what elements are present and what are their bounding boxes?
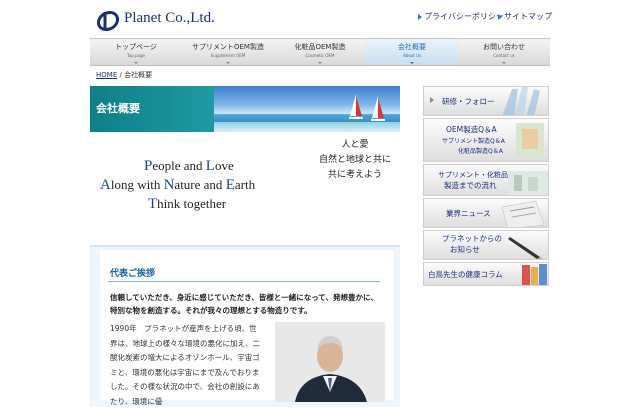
sitemap-label: サイトマップ [504, 12, 552, 21]
nav-item-contact[interactable]: お問い合わせ Contact us [458, 39, 550, 65]
sidebar-label: 製造までの流れ [444, 181, 497, 190]
president-portrait [275, 322, 385, 402]
nav-item-supplement-oem[interactable]: サプリメントOEM製造 Supplement OEM [182, 39, 274, 65]
hands-icon [502, 87, 540, 115]
sailboat-icon [349, 94, 385, 121]
arrow-right-icon [498, 13, 502, 20]
tagline-en-line-2: Along with Nature and Earth [100, 177, 255, 194]
newspaper-icon [501, 200, 545, 227]
greeting-title: 代表ご挨拶 [110, 269, 156, 279]
nav-label-en: About Us [402, 53, 422, 58]
nav-arrow-icon [318, 62, 322, 64]
nav-arrow-icon [134, 62, 138, 64]
nav-label-en: Top page [126, 53, 145, 58]
tagline-jp-line-3: 共に考えよう [327, 170, 382, 180]
sidebar-label: 業界ニュース [446, 209, 491, 218]
sidebar-item-manufacturing-flow[interactable]: サプリメント・化粧品 製造までの流れ [423, 164, 549, 196]
sidebar-item-health-column[interactable]: 白鳥先生の健康コラム [423, 262, 549, 286]
nav-label-jp: トップページ [115, 43, 157, 51]
tagline-capital: E [225, 177, 235, 193]
page-title: 会社概要 [96, 102, 140, 115]
breadcrumb: HOME / 会社概要 [96, 70, 152, 80]
sidebar-label: お知らせ [450, 245, 480, 254]
greeting-body: 1990年 プラネットが産声を上げる頃、世界は、地球上の様々な環境の悪化に加え、… [110, 324, 260, 406]
sidebar-item-oem-qa[interactable]: OEM製造Q＆A サプリメント製造Q＆A 化粧品製造Q＆A [423, 118, 549, 162]
global-nav: トップページ Top page サプリメントOEM製造 Supplement O… [90, 38, 550, 66]
nav-label-jp: 化粧品OEM製造 [294, 43, 346, 51]
privacy-policy-link[interactable]: プライバシーポリシー [418, 11, 504, 22]
sidebar-item-announcements[interactable]: プラネットからの お知らせ [423, 230, 549, 260]
sidebar-item-industry-news[interactable]: 業界ニュース [423, 198, 549, 228]
nav-item-top[interactable]: トップページ Top page [90, 39, 182, 65]
company-logo-icon[interactable] [96, 8, 120, 32]
nav-item-about-us[interactable]: 会社概要 About Us [366, 39, 458, 65]
pen-icon [508, 237, 543, 259]
tagline-en-line-3: Think together [148, 196, 226, 213]
nav-item-cosmetic-oem[interactable]: 化粧品OEM製造 Cosmetic OEM [274, 39, 366, 65]
arrow-right-icon [430, 97, 434, 103]
nav-label-en: Cosmetic OEM [305, 53, 335, 58]
arrow-right-icon [418, 13, 422, 20]
nav-arrow-icon [226, 62, 230, 64]
tagline-jp-line-1: 人と愛 [341, 140, 369, 150]
nav-label-jp: 会社概要 [398, 43, 426, 51]
privacy-policy-label: プライバシーポリシー [424, 12, 504, 21]
tagline-capital: A [100, 177, 111, 193]
company-logo-text[interactable]: Planet Co.,Ltd. [124, 10, 215, 27]
breadcrumb-current: 会社概要 [124, 71, 153, 79]
tagline-text: ature and [174, 177, 226, 192]
greeting-lead: 信頼していただき、身近に感じていただき、皆様と一緒になって、発想豊かに、特別な物… [110, 293, 378, 315]
tagline-text: hink together [157, 196, 227, 211]
nav-label-en: Contact us [493, 53, 515, 58]
tagline-jp-line-2: 自然と地球と共に [318, 155, 391, 165]
sidebar-item-training[interactable]: 研修・フォロー [423, 86, 549, 116]
sidebar-label: 化粧品製造Q＆A [458, 148, 503, 155]
tagline-capital: L [205, 158, 215, 174]
factory-icon [508, 171, 548, 195]
tagline-en-line-1: People and Love [144, 158, 234, 175]
breadcrumb-separator: / [119, 71, 122, 79]
sitemap-link[interactable]: サイトマップ [498, 11, 552, 22]
sidebar-label: プラネットからの [442, 234, 502, 243]
nav-label-jp: サプリメントOEM製造 [192, 43, 264, 51]
tagline-text: eople and [152, 158, 206, 173]
sidebar-label: サプリメント・化粧品 [438, 171, 508, 179]
nav-arrow-icon [410, 62, 414, 64]
nav-label-en: Supplement OEM [210, 53, 246, 58]
tagline-capital: N [163, 177, 175, 193]
page-banner: 会社概要 [90, 86, 400, 132]
books-icon [522, 264, 547, 285]
nav-label-jp: お問い合わせ [483, 43, 525, 51]
tagline-text: arth [234, 177, 256, 192]
sidebar-label: 研修・フォロー [442, 97, 495, 106]
breadcrumb-home-link[interactable]: HOME [96, 71, 117, 79]
sidebar-label: 白鳥先生の健康コラム [428, 270, 503, 279]
sidebar-label: サプリメント製造Q＆A [442, 138, 505, 145]
nav-arrow-icon [502, 62, 506, 64]
tagline-capital: T [148, 196, 158, 212]
tagline-text: ove [214, 158, 234, 173]
sidebar-label: OEM製造Q＆A [446, 125, 497, 134]
greeting-divider [108, 281, 380, 282]
qa-icon [516, 123, 544, 157]
tagline-text: long with [110, 177, 164, 192]
